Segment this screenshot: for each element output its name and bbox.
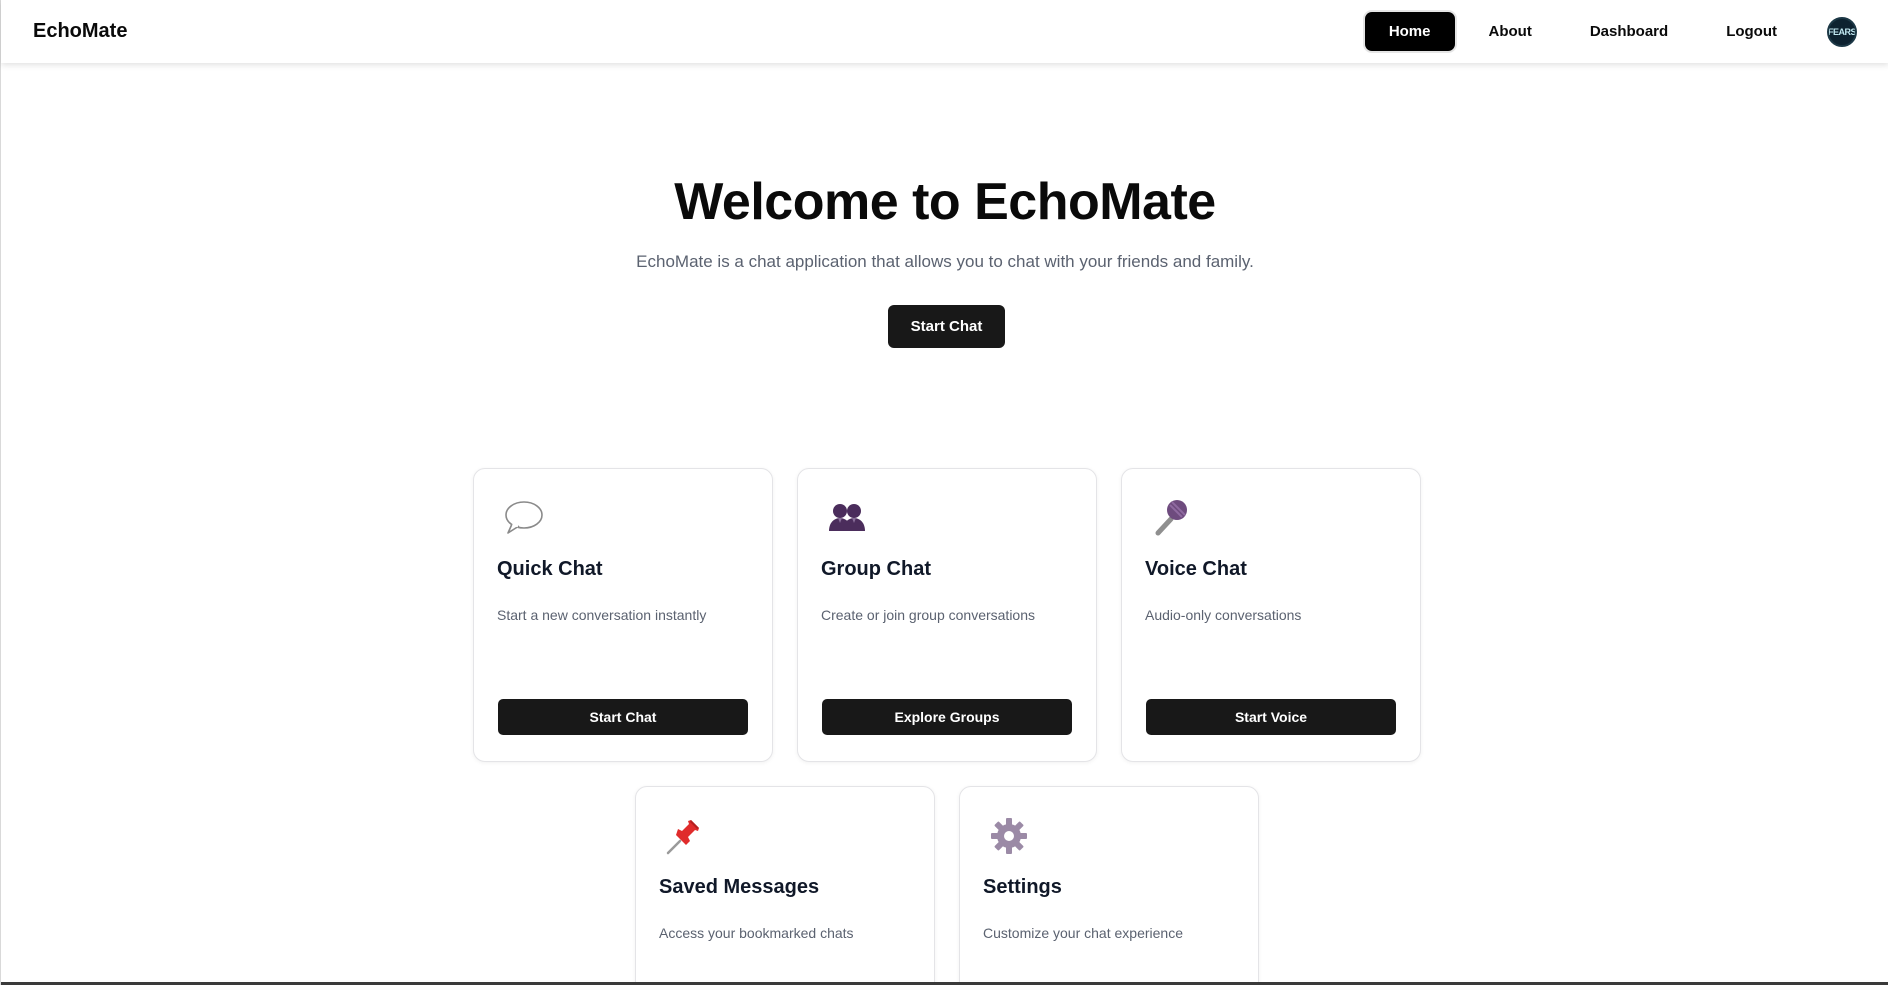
nav-logout-link[interactable]: Logout [1702, 12, 1801, 51]
hero-subtitle: EchoMate is a chat application that allo… [636, 252, 1254, 271]
explore-groups-button[interactable]: Explore Groups [822, 699, 1072, 735]
card-description: Create or join group conversations [821, 607, 1036, 623]
nav-about-link[interactable]: About [1465, 12, 1556, 51]
card-description: Start a new conversation instantly [497, 607, 707, 623]
card-title: Group Chat [821, 558, 931, 580]
avatar[interactable]: FEARS [1827, 16, 1857, 47]
card-description: Access your bookmarked chats [659, 925, 854, 941]
card-title: Saved Messages [659, 876, 820, 898]
navbar: EchoMate Home About Dashboard Logout FEA… [1, 0, 1888, 63]
brand-logo[interactable]: EchoMate [33, 20, 127, 43]
settings-card: Settings Customize your chat experience [959, 786, 1259, 985]
card-description: Audio-only conversations [1145, 607, 1302, 623]
quick-chat-card: Quick Chat Start a new conversation inst… [473, 468, 773, 762]
card-description: Customize your chat experience [983, 925, 1183, 941]
start-voice-button[interactable]: Start Voice [1146, 699, 1396, 735]
gear-icon [988, 815, 1030, 857]
page: EchoMate Home About Dashboard Logout FEA… [0, 0, 1888, 985]
speech-bubble-icon [502, 497, 544, 539]
quick-chat-start-button[interactable]: Start Chat [498, 699, 748, 735]
card-title: Settings [983, 876, 1062, 898]
voice-chat-card: Voice Chat Audio-only conversations Star… [1121, 468, 1421, 762]
nav-links: Home About Dashboard Logout FEARS [1364, 12, 1857, 51]
group-chat-card: Group Chat Create or join group conversa… [797, 468, 1097, 762]
microphone-icon [1150, 497, 1192, 539]
start-chat-button[interactable]: Start Chat [888, 305, 1005, 348]
people-icon [826, 497, 868, 539]
saved-messages-card: Saved Messages Access your bookmarked ch… [635, 786, 935, 985]
card-title: Voice Chat [1145, 558, 1247, 580]
pushpin-icon [664, 815, 706, 857]
page-title: Welcome to EchoMate [674, 173, 1216, 231]
nav-dashboard-link[interactable]: Dashboard [1566, 12, 1692, 51]
card-title: Quick Chat [497, 558, 603, 580]
nav-home-link[interactable]: Home [1364, 12, 1455, 51]
